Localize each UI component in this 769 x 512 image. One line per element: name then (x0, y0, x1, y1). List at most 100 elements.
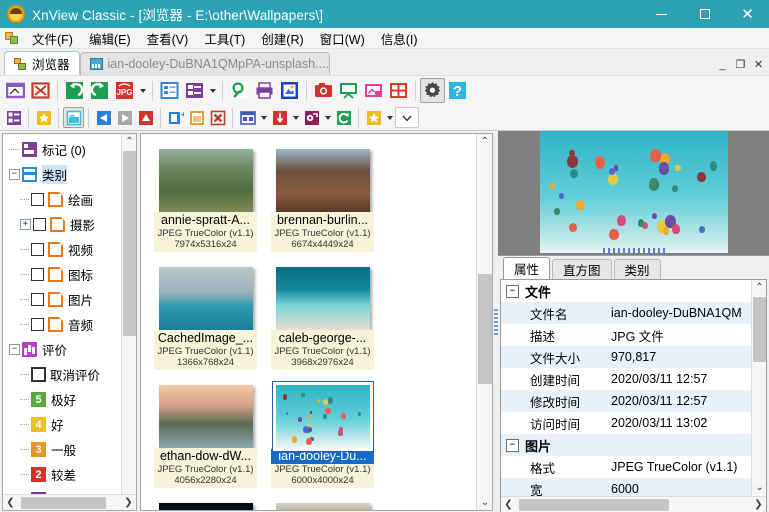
tree-node-4[interactable]: 视频 (3, 237, 136, 262)
tree-toggle-button[interactable] (3, 107, 24, 128)
settings-button[interactable] (420, 78, 445, 103)
tree-checkbox[interactable] (33, 218, 46, 231)
property-row[interactable]: 文件大小 970,817 (501, 346, 751, 368)
tab-properties[interactable]: 属性 (503, 257, 550, 279)
tree-node-11[interactable]: 4好 (3, 412, 136, 437)
view-mode-button[interactable] (237, 107, 258, 128)
close-button[interactable]: ✕ (726, 0, 769, 28)
view-dropdown-arrow[interactable] (207, 78, 218, 103)
tree-checkbox[interactable] (31, 243, 44, 256)
delete-button[interactable] (207, 107, 228, 128)
thumbnail-item[interactable]: jeremy-bishop-...JPEG TrueColor (v1.1)40… (269, 494, 376, 511)
forward-button[interactable] (114, 107, 135, 128)
help-button[interactable]: ? (445, 78, 470, 103)
properties-vertical-scrollbar[interactable]: ⌃ ⌄ (751, 280, 766, 512)
menu-create[interactable]: 创建(R) (253, 27, 311, 50)
rotate-left-button[interactable] (62, 78, 87, 103)
property-row[interactable]: 格式 JPEG TrueColor (v1.1) (501, 456, 751, 478)
tree-node-7[interactable]: 音频 (3, 312, 136, 337)
thumbnail-item[interactable]: caleb-george-... JPEG TrueColor (v1.1) 396… (269, 258, 376, 370)
tree-node-9[interactable]: 取消评价 (3, 362, 136, 387)
tree-expander[interactable]: − (9, 344, 20, 355)
tree-expander[interactable]: − (9, 169, 20, 180)
tree-expander[interactable]: + (20, 219, 31, 230)
tree-node-14[interactable]: 1差 (3, 487, 136, 494)
menu-window[interactable]: 窗口(W) (312, 27, 373, 50)
tab-image[interactable]: ian-dooley-DuBNA1QMpPA-unsplash.... (80, 52, 330, 75)
category-tree[interactable]: 标记 (0) − 类别 绘画 + 摄影 视频 图标 图片 音频 − 评价 取消评价 5 极好 4 好 3 一般 2 较差… (3, 134, 136, 494)
thumbnail-vertical-scrollbar[interactable]: ⌃ ⌄ (476, 134, 492, 510)
tree-node-13[interactable]: 2 较差 (3, 462, 136, 487)
multipage-button[interactable] (386, 78, 411, 103)
edit-image-button[interactable] (3, 78, 28, 103)
print-button[interactable] (252, 78, 277, 103)
thumbnail-item[interactable]: ethan-dow-dW... JPEG TrueColor (v1.1) 4056… (152, 376, 259, 488)
tree-node-2[interactable]: 绘画 (3, 187, 136, 212)
new-folder-button[interactable]: + (165, 107, 186, 128)
prop-scroll-thumb[interactable] (753, 297, 766, 362)
up-button[interactable] (135, 107, 156, 128)
slideshow-button[interactable] (336, 78, 361, 103)
back-button[interactable] (93, 107, 114, 128)
property-row[interactable]: 修改时间 2020/03/11 12:57 (501, 390, 751, 412)
screen-capture-button[interactable] (311, 78, 336, 103)
details-view-button[interactable] (182, 78, 207, 103)
tree-checkbox[interactable] (31, 268, 44, 281)
tag-dropdown-arrow[interactable] (322, 105, 333, 130)
image-preview[interactable] (498, 131, 769, 256)
filter-button[interactable] (269, 107, 290, 128)
tree-checkbox[interactable] (31, 193, 44, 206)
properties-horizontal-scrollbar[interactable]: ❮ ❯ (501, 496, 766, 512)
batch-convert-button[interactable] (277, 78, 302, 103)
menu-file[interactable]: 文件(F) (24, 27, 81, 50)
rating-button[interactable] (363, 107, 384, 128)
mdi-minimize-button[interactable]: _ (714, 56, 731, 73)
property-group-row[interactable]: − 图片 (501, 434, 751, 456)
menu-info[interactable]: 信息(I) (373, 27, 426, 50)
tab-categories[interactable]: 类别 (614, 259, 661, 279)
property-row[interactable]: 访问时间 2020/03/11 13:02 (501, 412, 751, 434)
property-row[interactable]: 创建时间 2020/03/11 12:57 (501, 368, 751, 390)
tree-hscroll-thumb[interactable] (21, 497, 106, 509)
tree-scroll-up-button[interactable]: ⌃ (122, 134, 137, 149)
properties-grid[interactable]: − 文件 文件名 ian-dooley-DuBNA1QM 描述 JPG 文件 文件大小 970… (500, 279, 767, 512)
rating-dropdown-arrow[interactable] (384, 105, 395, 130)
filter-dropdown-arrow[interactable] (290, 105, 301, 130)
view-mode-dropdown-arrow[interactable] (258, 105, 269, 130)
prop-hscroll-thumb[interactable] (519, 499, 669, 511)
thumbnail-view-button[interactable] (157, 78, 182, 103)
mdi-restore-button[interactable]: ❐ (732, 56, 749, 73)
tree-node-1[interactable]: − 类别 (3, 162, 136, 187)
thumbnail-item[interactable]: brennan-burlin... JPEG TrueColor (v1.1) 66… (269, 140, 376, 252)
tree-horizontal-scrollbar[interactable]: ❮ ❯ (3, 494, 136, 510)
prop-scroll-left-button[interactable]: ❮ (501, 497, 516, 512)
jpeg-lossless-button[interactable]: JPG (112, 78, 137, 103)
copy-to-button[interactable] (186, 107, 207, 128)
rotate-right-button[interactable] (87, 78, 112, 103)
thumb-scroll-down-button[interactable]: ⌄ (477, 495, 493, 510)
tree-node-5[interactable]: 图标 (3, 262, 136, 287)
tree-scroll-right-button[interactable]: ❯ (121, 495, 136, 511)
more-button[interactable] (395, 107, 419, 128)
tree-checkbox[interactable] (31, 293, 44, 306)
tree-checkbox[interactable] (31, 318, 44, 331)
property-row[interactable]: 文件名 ian-dooley-DuBNA1QM (501, 302, 751, 324)
thumbnail-item[interactable]: annie-spratt-A... JPEG TrueColor (v1.1) 79… (152, 140, 259, 252)
tag-button[interactable] (301, 107, 322, 128)
prop-scroll-right-button[interactable]: ❯ (751, 497, 766, 512)
thumbnail-item[interactable]: jaanus-jagoma...JPEG TrueColor (v1.1)546… (152, 494, 259, 511)
thumb-scroll-up-button[interactable]: ⌃ (477, 134, 493, 149)
prop-scroll-up-button[interactable]: ⌃ (752, 280, 767, 295)
folder-button[interactable] (63, 107, 84, 128)
property-group-expander[interactable]: − (506, 285, 519, 298)
preview-resize-grip[interactable] (603, 248, 665, 254)
favorites-button[interactable] (33, 107, 54, 128)
thumbnail-browser-panel[interactable]: annie-spratt-A... JPEG TrueColor (v1.1) 79… (140, 133, 493, 511)
empty-box-icon[interactable] (31, 367, 46, 382)
search-button[interactable] (227, 78, 252, 103)
tab-browser[interactable]: 浏览器 (4, 51, 80, 75)
tree-node-8[interactable]: − 评价 (3, 337, 136, 362)
tree-node-10[interactable]: 5 极好 (3, 387, 136, 412)
tree-node-3[interactable]: + 摄影 (3, 212, 136, 237)
prop-scroll-down-button[interactable]: ⌄ (752, 480, 767, 495)
